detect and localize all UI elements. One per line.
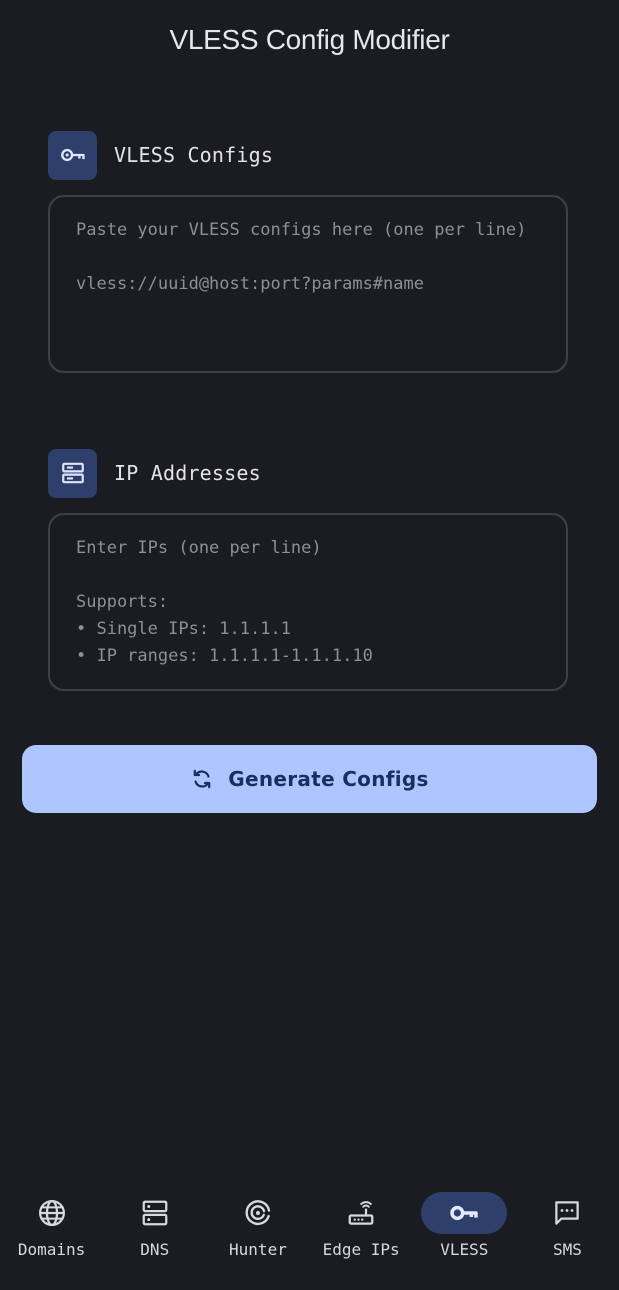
globe-icon (37, 1198, 67, 1228)
page-title: VLESS Config Modifier (169, 24, 450, 55)
bottom-navigation: Domains DNS Hunter Edge IPs VLESS SMS (0, 1180, 619, 1290)
ip-section-label: IP Addresses (114, 461, 261, 485)
key-icon (48, 130, 97, 180)
dns-icon (140, 1198, 170, 1228)
nav-label-edge-ips: Edge IPs (322, 1240, 400, 1259)
key-icon (448, 1197, 480, 1229)
nav-item-hunter[interactable]: Hunter (206, 1180, 309, 1290)
nav-item-sms[interactable]: SMS (516, 1180, 619, 1290)
sms-icon (552, 1198, 582, 1228)
nav-item-dns[interactable]: DNS (103, 1180, 206, 1290)
generate-configs-button[interactable]: Generate Configs (22, 745, 597, 813)
router-icon (346, 1198, 376, 1228)
server-icon (48, 448, 97, 498)
nav-item-vless[interactable]: VLESS (413, 1180, 516, 1290)
vless-section-label: VLESS Configs (114, 143, 274, 167)
nav-label-vless: VLESS (440, 1240, 489, 1259)
sync-icon (190, 767, 214, 791)
ip-section-header: IP Addresses (48, 448, 261, 498)
nav-label-sms: SMS (552, 1240, 582, 1259)
vless-configs-field[interactable] (48, 195, 568, 373)
vless-configs-input[interactable] (50, 197, 566, 371)
nav-item-edge-ips[interactable]: Edge IPs (310, 1180, 413, 1290)
nav-label-hunter: Hunter (229, 1240, 287, 1259)
vless-section-header: VLESS Configs (48, 130, 273, 180)
nav-label-domains: Domains (17, 1240, 86, 1259)
radar-icon (243, 1198, 273, 1228)
ip-addresses-input[interactable] (50, 515, 566, 689)
nav-label-dns: DNS (140, 1240, 170, 1259)
ip-addresses-field[interactable] (48, 513, 568, 691)
nav-item-domains[interactable]: Domains (0, 1180, 103, 1290)
generate-configs-label: Generate Configs (228, 767, 429, 791)
